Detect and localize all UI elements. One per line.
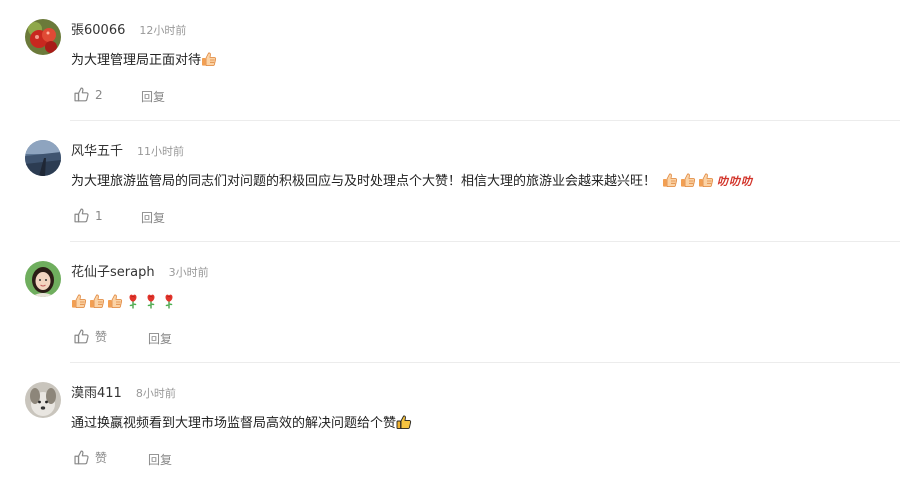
- rose-icon: [161, 293, 177, 309]
- thumbs-up-outline-icon: [73, 449, 90, 466]
- comment-text: 为大理旅游监管局的同志们对问题的积极回应与及时处理点个大赞！相信大理的旅游业会越…: [71, 172, 752, 191]
- reply-button[interactable]: 回复: [148, 451, 172, 468]
- comment-item: 风华五千 11小时前 为大理旅游监管局的同志们对问题的积极回应与及时处理点个大赞！…: [0, 121, 900, 242]
- comment-item: 張60066 12小时前 为大理管理局正面对待 2 回复: [0, 0, 900, 121]
- timestamp: 3小时前: [168, 266, 209, 279]
- like-label: 赞: [95, 330, 108, 344]
- avatar[interactable]: [25, 261, 61, 297]
- hao-text-icon: 叻: [717, 175, 729, 188]
- comment-item: 漠雨411 8小时前 通过换嬴视频看到大理市场监督局高效的解决问题给个赞 赞 回复: [0, 363, 900, 484]
- thumbs-up-outline-icon: [73, 328, 90, 345]
- username[interactable]: 張60066 12小时前: [71, 19, 186, 38]
- like-button[interactable]: 2: [73, 86, 103, 103]
- username-text[interactable]: 漠雨411: [71, 386, 122, 401]
- rose-icon: [125, 293, 141, 309]
- like-label: 赞: [95, 451, 108, 465]
- username[interactable]: 漠雨411 8小时前: [71, 382, 176, 401]
- comment-item: 花仙子seraph 3小时前 赞 回复: [0, 242, 900, 363]
- comment-body: 通过换嬴视频看到大理市场监督局高效的解决问题给个赞: [71, 416, 397, 431]
- thumbs-up-outline-icon: [73, 86, 90, 103]
- thumbs-up-icon: [89, 293, 105, 309]
- thumbs-up-icon: [698, 172, 714, 188]
- avatar-image: [25, 19, 61, 55]
- timestamp: 12小时前: [139, 24, 187, 37]
- like-count: 1: [95, 208, 103, 223]
- like-button[interactable]: 赞: [73, 449, 107, 466]
- username[interactable]: 花仙子seraph 3小时前: [71, 261, 209, 280]
- avatar-image: [25, 382, 61, 418]
- rose-icon: [143, 293, 159, 309]
- comment-body: 为大理管理局正面对待: [71, 53, 202, 68]
- hao-text-icon: 叻: [741, 175, 753, 188]
- timestamp: 11小时前: [137, 145, 185, 158]
- thumbs-up-icon: [201, 51, 217, 67]
- avatar[interactable]: [25, 19, 61, 55]
- thumbs-up-icon: [680, 172, 696, 188]
- hao-text-icon: 叻: [729, 175, 741, 188]
- avatar-image: [25, 261, 61, 297]
- avatar[interactable]: [25, 140, 61, 176]
- like-count: 2: [95, 87, 103, 102]
- thumbs-up-black-icon: [396, 414, 412, 430]
- comment-text: 通过换嬴视频看到大理市场监督局高效的解决问题给个赞: [71, 414, 414, 433]
- comment-body: 为大理旅游监管局的同志们对问题的积极回应与及时处理点个大赞！相信大理的旅游业会越…: [71, 174, 657, 189]
- like-button[interactable]: 1: [73, 207, 103, 224]
- reply-button[interactable]: 回复: [141, 88, 165, 105]
- timestamp: 8小时前: [135, 387, 176, 400]
- avatar-image: [25, 140, 61, 176]
- username-text[interactable]: 張60066: [71, 23, 125, 38]
- thumbs-up-icon: [71, 293, 87, 309]
- thumbs-up-icon: [107, 293, 123, 309]
- like-button[interactable]: 赞: [73, 328, 107, 345]
- avatar[interactable]: [25, 382, 61, 418]
- reply-button[interactable]: 回复: [141, 209, 165, 226]
- comment-text: 为大理管理局正面对待: [71, 51, 219, 70]
- thumbs-up-outline-icon: [73, 207, 90, 224]
- username-text[interactable]: 花仙子seraph: [71, 265, 155, 280]
- comment-text: [71, 293, 179, 312]
- username[interactable]: 风华五千 11小时前: [71, 140, 184, 159]
- reply-button[interactable]: 回复: [148, 330, 172, 347]
- thumbs-up-icon: [662, 172, 678, 188]
- username-text[interactable]: 风华五千: [71, 144, 123, 159]
